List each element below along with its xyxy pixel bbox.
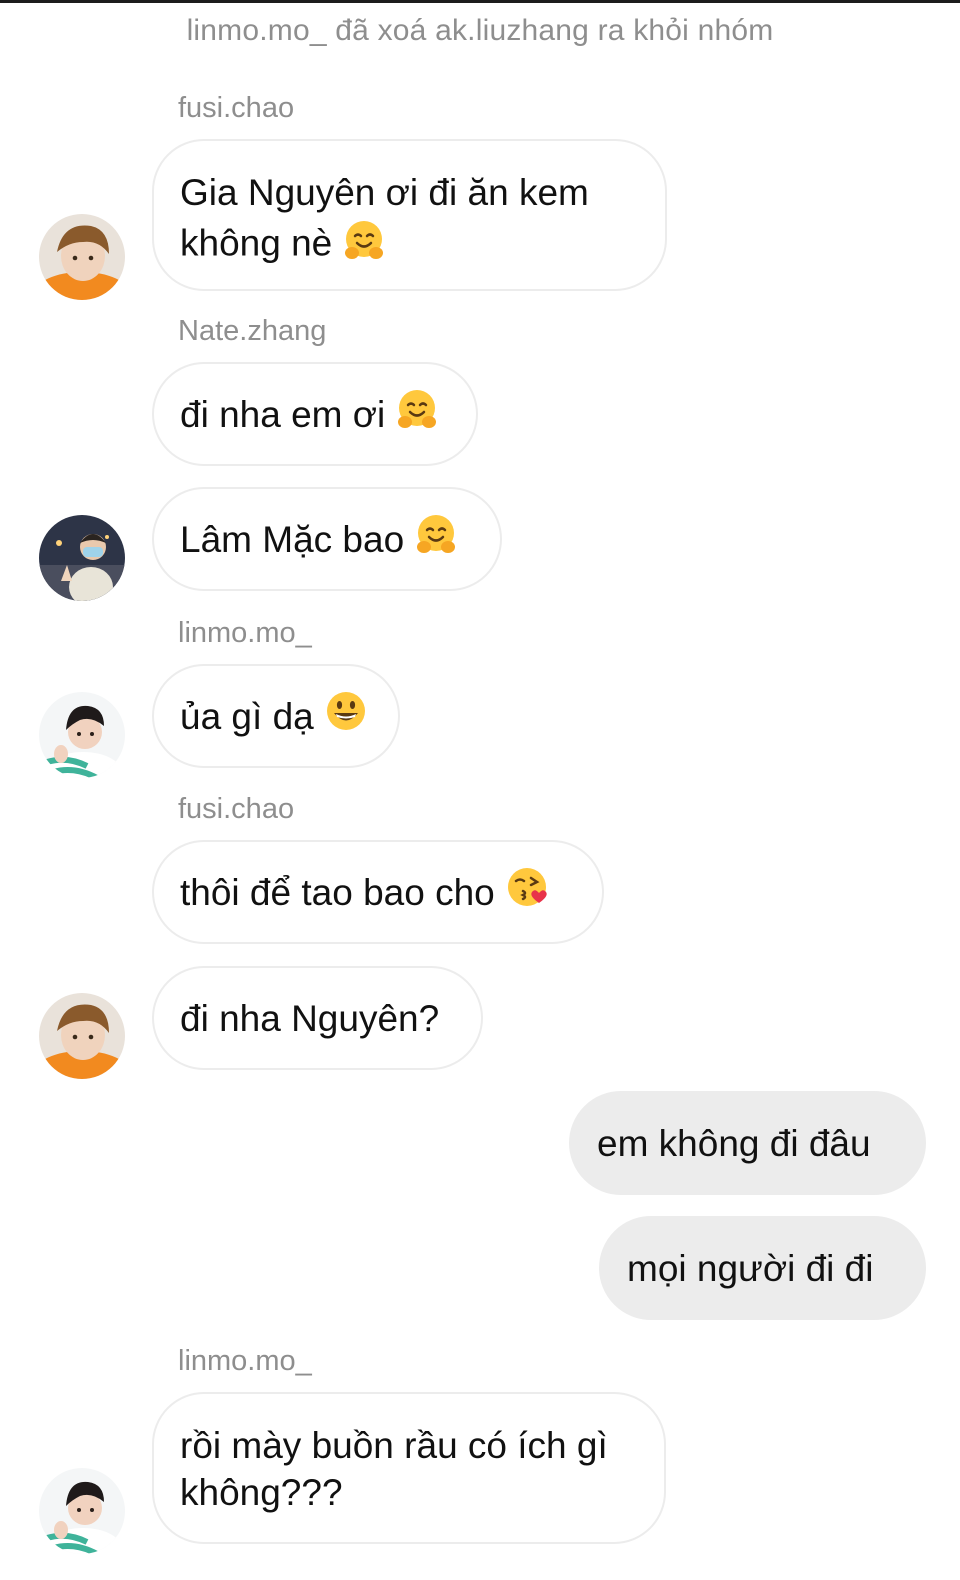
message-text: đi nha Nguyên? <box>180 997 440 1039</box>
message-text: không??? <box>180 1472 343 1513</box>
grinning-face-emoji-icon <box>322 687 370 746</box>
sender-name: Nate.zhang <box>178 315 327 347</box>
message-bubble[interactable]: thôi để tao bao cho <box>152 840 604 944</box>
message-text: mọi người đi đi <box>627 1247 874 1289</box>
message-bubble[interactable]: Gia Nguyên ơi đi ăn kem không nè <box>152 139 667 291</box>
avatar[interactable] <box>39 692 125 778</box>
message-text: Gia Nguyên ơi đi ăn kem <box>180 172 589 213</box>
message-bubble[interactable]: đi nha Nguyên? <box>152 966 483 1070</box>
hugging-face-emoji-icon <box>340 216 388 275</box>
message-bubble[interactable]: ủa gì dạ <box>152 664 400 768</box>
message-text: thôi để tao bao cho <box>180 871 495 913</box>
system-notice: linmo.mo_ đã xoá ak.liuzhang ra khỏi nhó… <box>186 14 774 47</box>
message-bubble-outgoing[interactable]: em không đi đâu <box>569 1091 926 1195</box>
hugging-face-emoji-icon <box>393 385 441 444</box>
message-bubble[interactable]: đi nha em ơi <box>152 362 478 466</box>
sender-name: linmo.mo_ <box>178 1345 312 1377</box>
sender-name: linmo.mo_ <box>178 617 312 649</box>
hugging-face-emoji-icon <box>412 510 460 569</box>
message-text: đi nha em ơi <box>180 393 386 435</box>
avatar[interactable] <box>39 993 125 1079</box>
message-text: rồi mày buồn rầu có ích gì <box>180 1425 608 1466</box>
sender-name: fusi.chao <box>178 92 295 124</box>
message-text: không nè <box>180 222 333 264</box>
message-bubble[interactable]: rồi mày buồn rầu có ích gì không??? <box>152 1392 666 1544</box>
avatar[interactable] <box>39 1468 125 1554</box>
top-divider <box>0 0 960 3</box>
sender-name: fusi.chao <box>178 793 295 825</box>
message-bubble-outgoing[interactable]: mọi người đi đi <box>599 1216 926 1320</box>
message-bubble[interactable]: Lâm Mặc bao <box>152 487 502 591</box>
message-text: em không đi đâu <box>597 1122 871 1164</box>
avatar[interactable] <box>39 515 125 601</box>
avatar[interactable] <box>39 214 125 300</box>
message-text: ủa gì dạ <box>180 695 314 737</box>
message-text: Lâm Mặc bao <box>180 518 405 560</box>
face-blowing-kiss-emoji-icon <box>503 863 551 922</box>
